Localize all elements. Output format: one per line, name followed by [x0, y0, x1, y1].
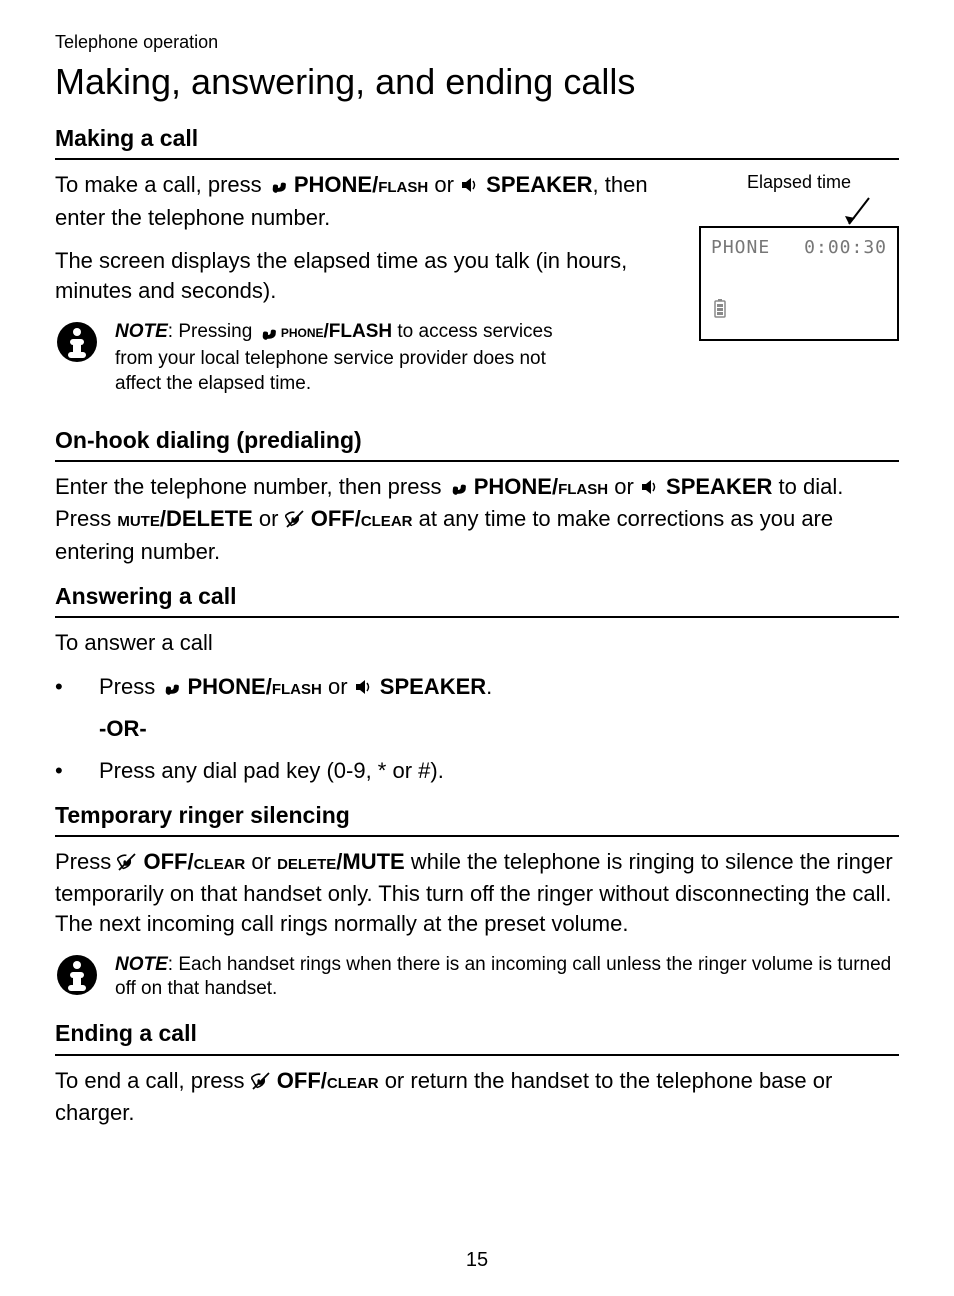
making-note: NOTE: Pressing phone/FLASH to access ser…: [55, 320, 679, 397]
handset-icon: [448, 475, 468, 505]
breadcrumb: Telephone operation: [55, 30, 899, 54]
page-title: Making, answering, and ending calls: [55, 58, 899, 107]
list-item: Press PHONE/flash or SPEAKER.: [55, 672, 899, 705]
ringer-p1: Press OFF/clear or delete/MUTE while the…: [55, 847, 899, 939]
speaker-icon: [640, 475, 660, 505]
handset-icon: [161, 675, 181, 705]
lcd-screen: PHONE 0:00:30: [699, 226, 899, 341]
speaker-icon: [354, 675, 374, 705]
elapsed-time-label: Elapsed time: [699, 170, 899, 194]
info-icon: [55, 953, 99, 1005]
section-ringer-title: Temporary ringer silencing: [55, 800, 899, 837]
section-onhook-title: On-hook dialing (predialing): [55, 425, 899, 462]
list-item: Press any dial pad key (0-9, * or #).: [55, 756, 899, 786]
speaker-icon: [460, 173, 480, 203]
handset-icon: [258, 322, 276, 348]
section-making-title: Making a call: [55, 123, 899, 160]
ringer-note: NOTE: Each handset rings when there is a…: [55, 953, 899, 1005]
info-icon: [55, 320, 99, 372]
or-label: -OR-: [99, 714, 899, 744]
making-p2: The screen displays the elapsed time as …: [55, 246, 655, 305]
battery-icon: [713, 298, 727, 330]
off-icon: [117, 850, 137, 880]
onhook-p1: Enter the telephone number, then press P…: [55, 472, 899, 567]
lcd-phone-label: PHONE: [711, 236, 770, 260]
lcd-elapsed-value: 0:00:30: [804, 236, 887, 260]
arrow-icon: [699, 196, 899, 226]
ending-p1: To end a call, press OFF/clear or return…: [55, 1066, 899, 1128]
section-ending-title: Ending a call: [55, 1018, 899, 1055]
answering-p1: To answer a call: [55, 628, 899, 658]
off-icon: [285, 507, 305, 537]
off-icon: [251, 1069, 271, 1099]
page-number: 15: [0, 1247, 954, 1274]
handset-icon: [268, 173, 288, 203]
lcd-figure: Elapsed time PHONE 0:00:30: [699, 170, 899, 341]
section-answering-title: Answering a call: [55, 581, 899, 618]
